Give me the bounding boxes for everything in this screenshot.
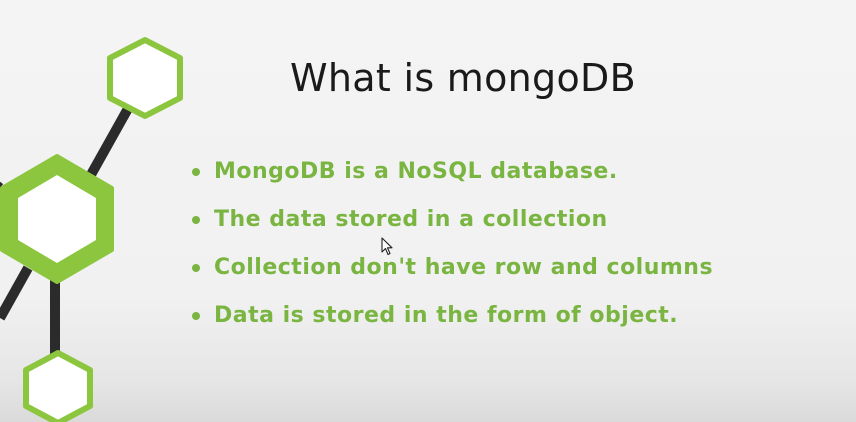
mouse-cursor-icon [381,237,393,256]
bullet-item: The data stored in a collection [190,198,713,246]
bullet-text: Collection don't have row and columns [214,255,714,280]
bullet-item: Data is stored in the form of object. [190,294,713,342]
slide-title: What is mongoDB [290,56,636,100]
presentation-slide: What is mongoDB MongoDB is a NoSQL datab… [0,0,856,422]
bullet-dot-icon [192,216,200,224]
bullet-dot-icon [192,312,200,320]
connector-line [0,265,33,321]
hexagon-node-icon [23,350,93,422]
bullet-text: Data is stored in the form of object. [214,303,679,328]
bullet-dot-icon [192,264,200,272]
bullet-dot-icon [192,168,200,176]
bullet-list: MongoDB is a NoSQL database. The data st… [190,150,713,342]
connector-line [83,100,135,185]
bullet-item: MongoDB is a NoSQL database. [190,150,713,198]
bullet-text: MongoDB is a NoSQL database. [214,159,618,184]
bullet-text: The data stored in a collection [214,207,608,232]
bullet-item: Collection don't have row and columns [190,246,713,294]
